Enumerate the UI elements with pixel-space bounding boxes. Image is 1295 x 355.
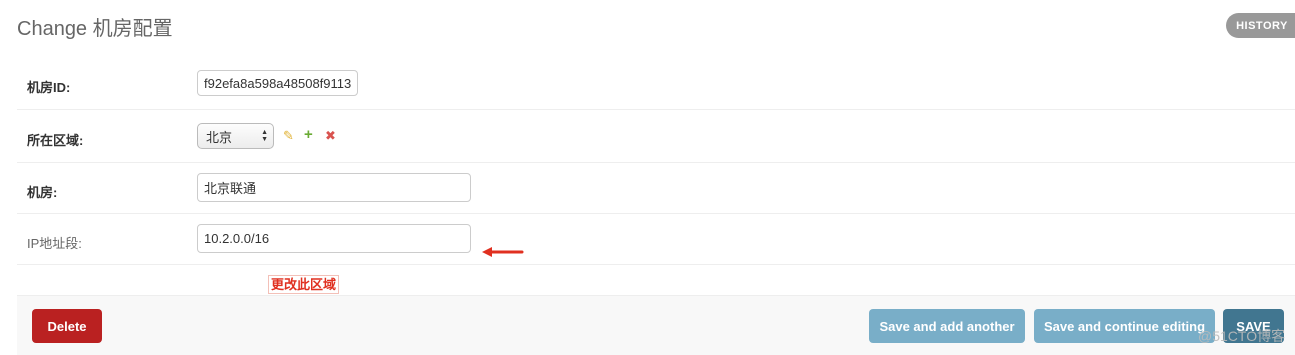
save-and-continue-button[interactable]: Save and continue editing: [1034, 309, 1215, 343]
region-select-value: 北京: [206, 129, 233, 145]
annotation-arrow-icon: [482, 247, 524, 257]
form-row-idc-id: 机房ID:: [17, 57, 1295, 110]
idc-name-label: 机房:: [27, 185, 58, 200]
watermark: @51CTO博客: [1198, 328, 1286, 344]
pencil-icon[interactable]: ✎: [283, 128, 294, 144]
annotation-note: 更改此区域: [268, 275, 340, 294]
save-and-add-another-button[interactable]: Save and add another: [869, 309, 1025, 343]
form-row-idc-name: 机房:: [17, 163, 1295, 214]
select-arrows-icon: ▲ ▼: [261, 129, 268, 143]
idc-id-label: 机房ID:: [27, 80, 71, 95]
form-row-region: 所在区域: 北京 ▲ ▼ ✎ + ✖: [17, 110, 1295, 163]
delete-button[interactable]: Delete: [32, 309, 102, 343]
ip-range-input[interactable]: [197, 224, 471, 253]
form-row-ip-range: IP地址段:: [17, 214, 1295, 265]
submit-row: Delete Save and add another Save and con…: [17, 295, 1295, 355]
history-button[interactable]: HISTORY: [1226, 13, 1295, 38]
idc-id-input[interactable]: [197, 70, 358, 96]
plus-icon[interactable]: +: [304, 126, 313, 143]
region-select[interactable]: 北京 ▲ ▼: [197, 123, 274, 149]
region-label: 所在区域:: [27, 133, 84, 148]
page-title: Change 机房配置: [17, 18, 173, 40]
idc-name-input[interactable]: [197, 173, 471, 202]
delete-x-icon[interactable]: ✖: [325, 128, 336, 144]
ip-range-label: IP地址段:: [27, 236, 82, 251]
